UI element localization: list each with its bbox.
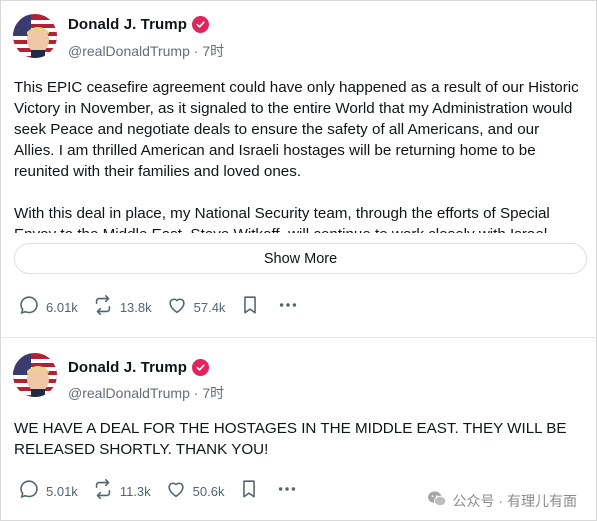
repost-button[interactable]: 13.8k [92, 294, 152, 321]
like-icon [166, 294, 188, 321]
repost-icon [92, 478, 114, 505]
bookmark-button[interactable] [238, 478, 260, 505]
more-icon [277, 294, 299, 321]
author-handle[interactable]: @realDonaldTrump [68, 385, 190, 401]
more-button[interactable] [276, 478, 298, 505]
author-name[interactable]: Donald J. Trump [68, 16, 187, 33]
show-more-button[interactable]: Show More [14, 243, 587, 274]
like-button[interactable]: 57.4k [166, 294, 226, 321]
verified-badge-icon [192, 359, 210, 376]
reply-button[interactable]: 5.01k [18, 478, 78, 505]
separator: · [193, 43, 199, 59]
bookmark-icon [238, 478, 260, 505]
reply-icon [18, 294, 40, 321]
watermark: 公众号 · 有理儿有面 [427, 490, 577, 511]
handle-row: @realDonaldTrump · 7时 [68, 383, 224, 403]
post-body: This EPIC ceasefire agreement could have… [14, 77, 583, 233]
repost-button[interactable]: 11.3k [92, 478, 151, 505]
author-handle[interactable]: @realDonaldTrump [68, 43, 190, 59]
reply-icon [18, 478, 40, 505]
watermark-text: 公众号 · 有理儿有面 [452, 492, 577, 509]
repost-count: 13.8k [119, 300, 152, 315]
more-button[interactable] [277, 294, 299, 321]
like-icon [165, 478, 187, 505]
like-count: 50.6k [192, 484, 225, 499]
avatar[interactable] [13, 353, 57, 397]
action-bar: 5.01k 11.3k 50.6k [18, 478, 298, 505]
separator: · [193, 385, 199, 401]
post-time[interactable]: 7时 [202, 385, 224, 401]
action-bar: 6.01k 13.8k 57.4k [18, 294, 299, 321]
post-time[interactable]: 7时 [202, 43, 224, 59]
bookmark-icon [239, 294, 261, 321]
post-paragraph: WE HAVE A DEAL FOR THE HOSTAGES IN THE M… [14, 420, 567, 458]
verified-badge-icon [192, 16, 210, 33]
post-paragraph: With this deal in place, my National Sec… [14, 205, 550, 233]
repost-icon [92, 294, 114, 321]
reply-count: 5.01k [46, 484, 78, 499]
author-name[interactable]: Donald J. Trump [68, 359, 187, 376]
post: Donald J. Trump @realDonaldTrump · 7时 Th… [0, 0, 597, 337]
like-button[interactable]: 50.6k [165, 478, 225, 505]
avatar[interactable] [13, 14, 57, 58]
author-row: Donald J. Trump [68, 16, 210, 33]
like-count: 57.4k [193, 300, 226, 315]
post-paragraph: This EPIC ceasefire agreement could have… [14, 79, 579, 180]
wechat-icon [427, 490, 447, 511]
reply-count: 6.01k [46, 300, 78, 315]
more-icon [276, 478, 298, 505]
repost-count: 11.3k [119, 484, 151, 499]
handle-row: @realDonaldTrump · 7时 [68, 41, 224, 61]
post-body: WE HAVE A DEAL FOR THE HOSTAGES IN THE M… [14, 418, 583, 460]
reply-button[interactable]: 6.01k [18, 294, 78, 321]
bookmark-button[interactable] [239, 294, 261, 321]
post: Donald J. Trump @realDonaldTrump · 7时 WE… [0, 337, 597, 521]
author-row: Donald J. Trump [68, 359, 210, 376]
